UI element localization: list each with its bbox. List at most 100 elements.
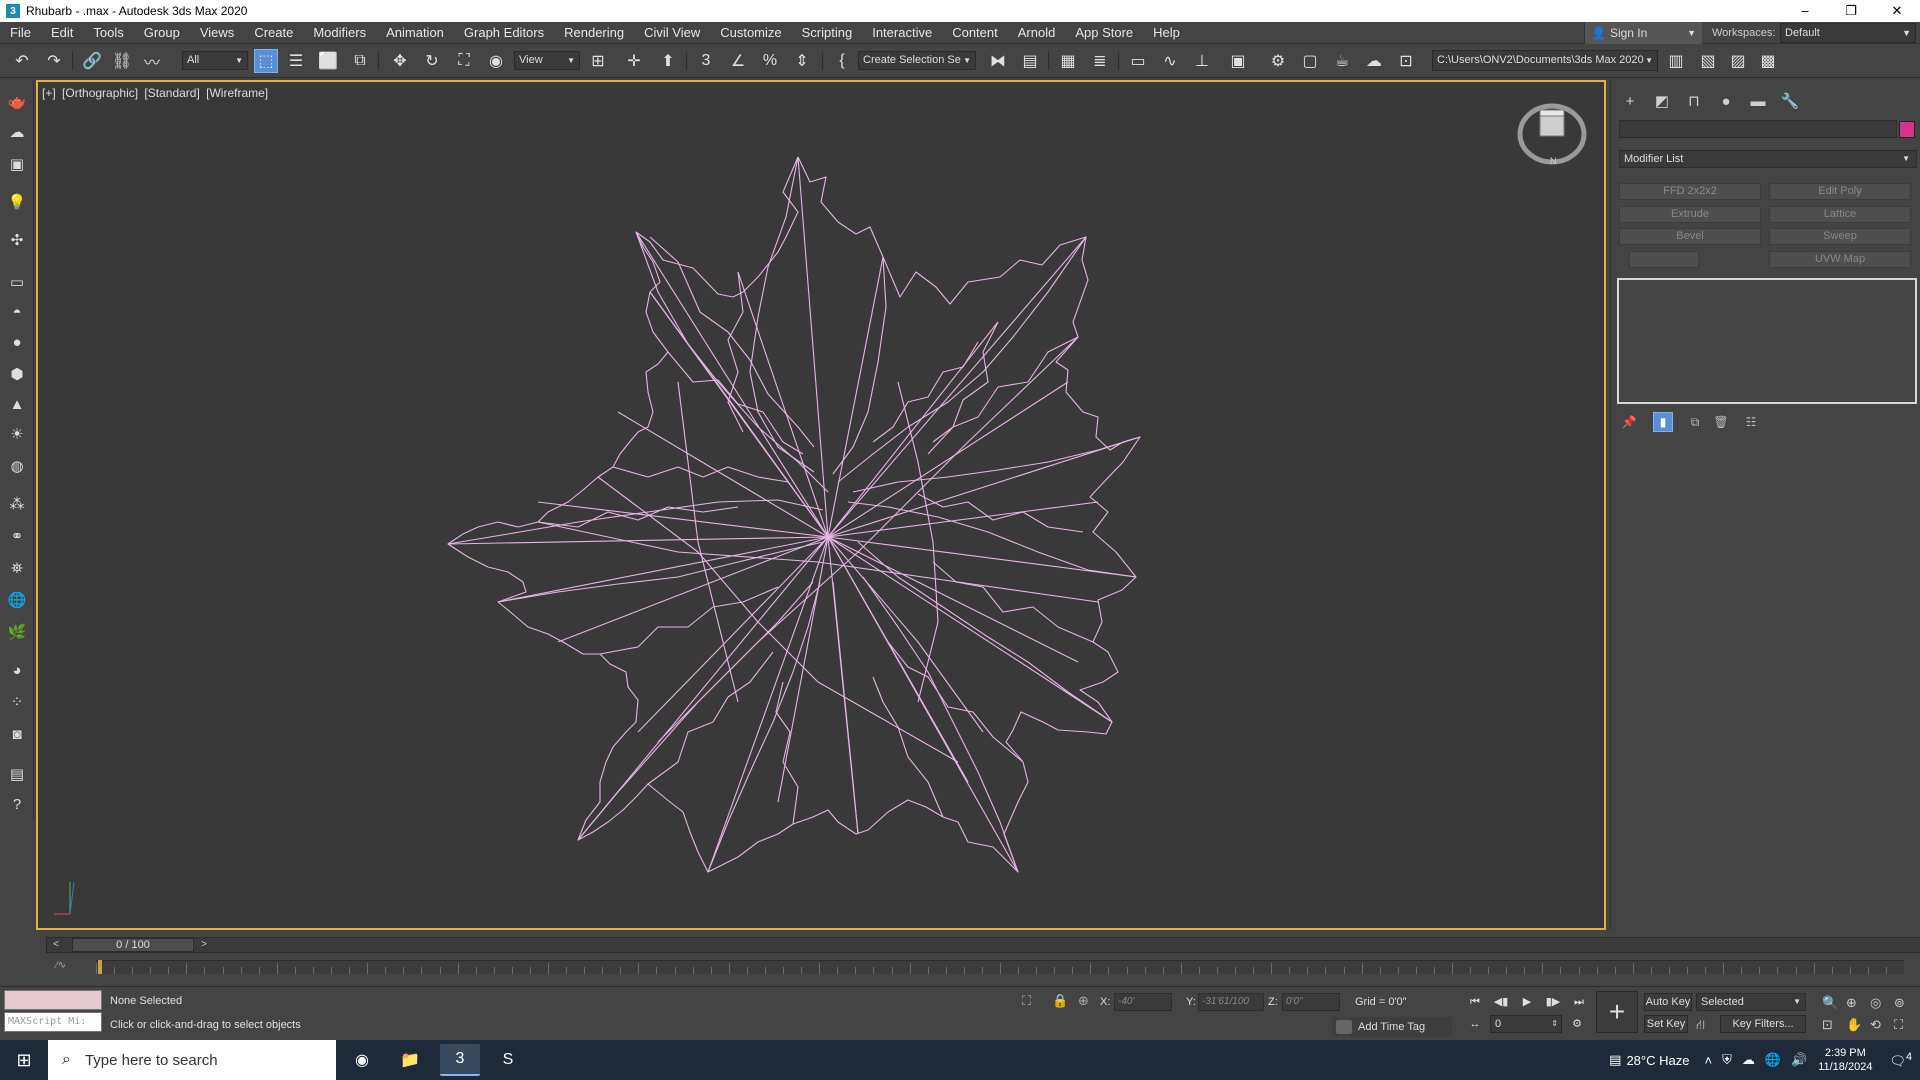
modifier-ffd-button[interactable]: FFD 2x2x2 (1619, 183, 1761, 200)
move-icon[interactable]: ✥ (388, 49, 412, 73)
pin-stack-icon[interactable]: 📌 (1619, 412, 1639, 432)
modifier-extrude-button[interactable]: Extrude (1619, 206, 1761, 223)
biped-icon[interactable]: ⛯ (5, 556, 29, 580)
set-keys-button[interactable]: + (1596, 991, 1638, 1033)
viewcube[interactable]: N (1514, 94, 1590, 170)
absolute-mode-icon[interactable]: ⊕ (1078, 993, 1089, 1009)
hemisphere-icon[interactable]: ◓ (5, 300, 29, 324)
angle-snap-icon[interactable]: ∠ (726, 49, 750, 73)
help-icon[interactable]: ? (5, 792, 29, 816)
3dsmax-taskbar-icon[interactable]: 3 (440, 1044, 480, 1076)
go-to-start-icon[interactable]: ⏮ (1464, 993, 1486, 1011)
next-frame-icon[interactable]: ▮▶ (1542, 993, 1564, 1011)
weather-readout[interactable]: 28°C Haze (1626, 1053, 1689, 1068)
zoom-extents-icon[interactable]: ◎ (1870, 995, 1881, 1011)
placement-icon[interactable]: ◉ (484, 49, 508, 73)
key-filters-button[interactable]: Key Filters... (1720, 1015, 1806, 1033)
time-slider-next-button[interactable]: > (197, 938, 211, 952)
selection-lock-icon[interactable]: 🔒 (1052, 993, 1068, 1009)
modifier-bevel-button[interactable]: Bevel (1619, 228, 1761, 245)
menu-scripting[interactable]: Scripting (792, 22, 863, 44)
material-editor-icon[interactable]: ▣ (1226, 49, 1250, 73)
set-key-button[interactable]: Set Key (1644, 1015, 1688, 1033)
workspace-dropdown[interactable]: Default ▼ (1780, 23, 1916, 43)
show-hidden-icons-chevron[interactable]: ˄ (1704, 1053, 1712, 1068)
bone-icon[interactable]: ⚭ (5, 524, 29, 548)
align-icon[interactable]: ▤ (1018, 49, 1042, 73)
modifier-sweep-button[interactable]: Sweep (1769, 228, 1911, 245)
display-tab-icon[interactable]: ▬ (1745, 88, 1771, 114)
make-unique-icon[interactable]: ⧉ (1685, 412, 1705, 432)
menu-graph-editors[interactable]: Graph Editors (454, 22, 554, 44)
modifier-uvw-map-button[interactable]: UVW Map (1769, 251, 1911, 268)
modifier-list-dropdown[interactable]: Modifier List ▼ (1619, 150, 1917, 168)
hedra-icon[interactable]: ⬢ (5, 362, 29, 386)
menu-views[interactable]: Views (190, 22, 244, 44)
helper-icon[interactable]: ✣ (5, 228, 29, 252)
window-crossing-icon[interactable]: ⧉ (348, 49, 372, 73)
menu-arnold[interactable]: Arnold (1008, 22, 1066, 44)
remove-modifier-icon[interactable]: 🗑 (1711, 412, 1731, 432)
onedrive-icon[interactable]: ☁ (1742, 1052, 1755, 1068)
zoom-all-icon[interactable]: ⊕ (1846, 995, 1857, 1011)
maxscript-mini-listener[interactable]: MAXScript Mi: (4, 1012, 102, 1032)
x-coord-field[interactable]: -40' (1114, 993, 1172, 1011)
y-coord-field[interactable]: -31'61/100 (1198, 993, 1264, 1011)
redo-icon[interactable]: ↷ (42, 49, 66, 73)
menu-file[interactable]: File (0, 22, 41, 44)
menu-interactive[interactable]: Interactive (862, 22, 942, 44)
geosphere-icon[interactable]: ◍ (5, 454, 29, 478)
render-icon[interactable]: ◙ (5, 722, 29, 746)
teapot-icon[interactable]: 🫖 (5, 90, 29, 114)
menu-modifiers[interactable]: Modifiers (303, 22, 376, 44)
pivot-point-icon[interactable]: ⊞ (586, 49, 610, 73)
z-coord-field[interactable]: 0'0" (1282, 993, 1340, 1011)
utilities-tab-icon[interactable]: 🔧 (1777, 88, 1803, 114)
menu-app-store[interactable]: App Store (1065, 22, 1143, 44)
a360-gallery-icon[interactable]: ⊡ (1394, 49, 1418, 73)
security-icon[interactable]: ⛨ (1722, 1052, 1732, 1068)
render-in-cloud-icon[interactable]: ☁ (1362, 49, 1386, 73)
pan-view-icon[interactable]: ✋ (1846, 1017, 1862, 1033)
default-in-out-tangents-icon[interactable]: ⛙ (1696, 1017, 1705, 1035)
project-folder-dropdown[interactable]: C:\Users\ONV2\Documents\3ds Max 2020 ▼ (1432, 50, 1658, 71)
weather-icon[interactable]: ▤ (1609, 1052, 1621, 1068)
keyboard-shortcut-override-icon[interactable]: ⬆ (656, 49, 680, 73)
menu-rendering[interactable]: Rendering (554, 22, 634, 44)
taskbar-search-box[interactable]: ⌕ Type here to search (48, 1040, 336, 1080)
sketchup-taskbar-icon[interactable]: S (488, 1044, 528, 1076)
percent-snap-icon[interactable]: % (758, 49, 782, 73)
maximize-viewport-icon[interactable]: ⛶ (1894, 1017, 1903, 1033)
utilities-icon[interactable]: ▤ (5, 762, 29, 786)
play-icon[interactable]: ▶ (1516, 993, 1538, 1011)
time-configuration-icon[interactable]: ⚙ (1566, 1015, 1588, 1033)
rectangular-selection-icon[interactable]: ⬜ (316, 49, 340, 73)
modifier-lattice-button[interactable]: Lattice (1769, 206, 1911, 223)
render-production-icon[interactable]: ☕ (1330, 49, 1354, 73)
render-setup-icon[interactable]: ⚙ (1266, 49, 1290, 73)
menu-tools[interactable]: Tools (83, 22, 133, 44)
toggle-ribbon-icon[interactable]: ▭ (1126, 49, 1150, 73)
box-icon[interactable]: ▣ (5, 152, 29, 176)
current-frame-field[interactable]: 0 ⇕ (1490, 1015, 1562, 1033)
link-icon[interactable]: 🔗 (80, 49, 104, 73)
clock[interactable]: 2:39 PM 11/18/2024 (1818, 1046, 1872, 1074)
show-end-result-icon[interactable]: ▮ (1653, 412, 1673, 432)
menu-group[interactable]: Group (134, 22, 190, 44)
menu-create[interactable]: Create (244, 22, 303, 44)
time-slider-track[interactable]: < 0 / 100 > (46, 937, 1920, 953)
plant-icon[interactable]: 🌿 (5, 620, 29, 644)
project-icon[interactable]: ▥ (1664, 49, 1688, 73)
zoom-extents-all-icon[interactable]: ⊚ (1894, 995, 1905, 1011)
add-time-tag-button[interactable]: Add Time Tag (1332, 1017, 1452, 1037)
modifier-empty-button[interactable] (1629, 251, 1699, 268)
orbit-icon[interactable]: ⟲ (1870, 1017, 1881, 1033)
rotate-icon[interactable]: ↻ (420, 49, 444, 73)
color-balls-icon[interactable]: ⁘ (5, 690, 29, 714)
configure-modifier-sets-icon[interactable]: ☷ (1741, 412, 1761, 432)
snaps-toggle-icon[interactable]: 3 (694, 49, 718, 73)
motion-tab-icon[interactable]: ● (1713, 88, 1739, 114)
reference-coordinate-dropdown[interactable]: View ▼ (514, 51, 580, 70)
viewport-orthographic[interactable]: [+] [Orthographic] [Standard] [Wireframe… (36, 80, 1606, 930)
plane-icon[interactable]: ▭ (5, 270, 29, 294)
